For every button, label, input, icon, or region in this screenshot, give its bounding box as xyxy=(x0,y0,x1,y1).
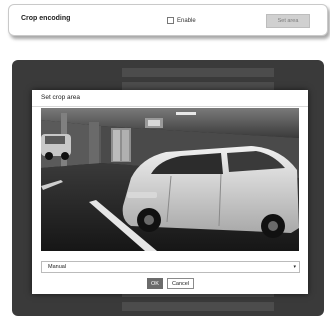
crop-encoding-label: Crop encoding xyxy=(21,15,71,22)
enable-option[interactable]: Enable xyxy=(167,17,196,24)
cancel-button[interactable]: Cancel xyxy=(167,278,194,289)
settings-row xyxy=(26,302,316,312)
crop-mode-select[interactable]: Manual ▾ xyxy=(41,261,300,273)
camera-preview[interactable] xyxy=(41,108,299,251)
crop-encoding-row: Crop encoding Enable Set area xyxy=(8,4,328,36)
settings-field xyxy=(122,68,274,77)
enable-checkbox[interactable] xyxy=(167,17,174,24)
enable-label: Enable xyxy=(177,17,196,24)
set-area-button[interactable]: Set area xyxy=(266,14,310,28)
settings-row xyxy=(26,68,316,78)
chevron-down-icon: ▾ xyxy=(293,264,296,270)
settings-field xyxy=(122,302,274,311)
crop-mode-value: Manual xyxy=(48,264,67,270)
parking-garage-image xyxy=(41,108,299,251)
set-crop-area-dialog: Set crop area Manual ▾ OK Cancel xyxy=(32,90,308,294)
dialog-divider xyxy=(32,106,308,107)
ok-button[interactable]: OK xyxy=(147,278,163,289)
dialog-title: Set crop area xyxy=(41,94,81,101)
